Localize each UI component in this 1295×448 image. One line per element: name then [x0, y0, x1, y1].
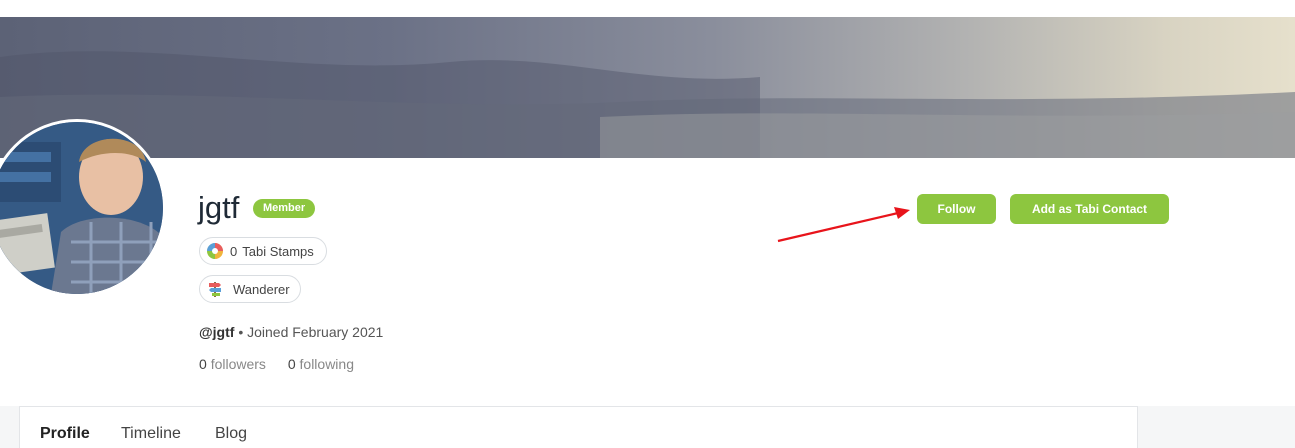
tab-profile[interactable]: Profile [40, 425, 90, 443]
following-link[interactable]: 0 following [288, 356, 354, 372]
stamps-count: 0 [230, 243, 238, 259]
follow-counts: 0 followers 0 following [199, 356, 354, 372]
add-tabi-contact-button[interactable]: Add as Tabi Contact [1010, 194, 1169, 224]
followers-count: 0 [199, 356, 207, 372]
profile-meta: @jgtf • Joined February 2021 [199, 324, 383, 340]
tab-blog[interactable]: Blog [215, 425, 247, 443]
annotation-arrow [777, 207, 910, 243]
follow-button[interactable]: Follow [917, 194, 996, 224]
followers-label: followers [210, 356, 266, 372]
rank-pill[interactable]: Wanderer [199, 275, 301, 303]
following-label: following [299, 356, 354, 372]
user-handle: @jgtf [199, 324, 235, 340]
following-count: 0 [287, 356, 296, 372]
rank-label: Wanderer [233, 281, 290, 297]
joined-date: Joined February 2021 [247, 324, 384, 340]
meta-separator: • [238, 324, 244, 340]
tab-timeline[interactable]: Timeline [121, 425, 181, 443]
profile-tabs: Profile Timeline Blog [19, 406, 1138, 448]
stamp-icon [207, 243, 223, 259]
member-badge: Member [253, 199, 316, 218]
profile-avatar[interactable] [0, 119, 166, 297]
cover-photo [0, 17, 1295, 158]
signpost-icon [209, 282, 221, 297]
followers-link[interactable]: 0 followers [199, 356, 270, 372]
tabi-stamps-pill[interactable]: 0 Tabi Stamps [199, 237, 327, 265]
top-bar [0, 0, 1295, 17]
username: jgtf [198, 190, 240, 225]
stamps-label: Tabi Stamps [242, 243, 314, 259]
